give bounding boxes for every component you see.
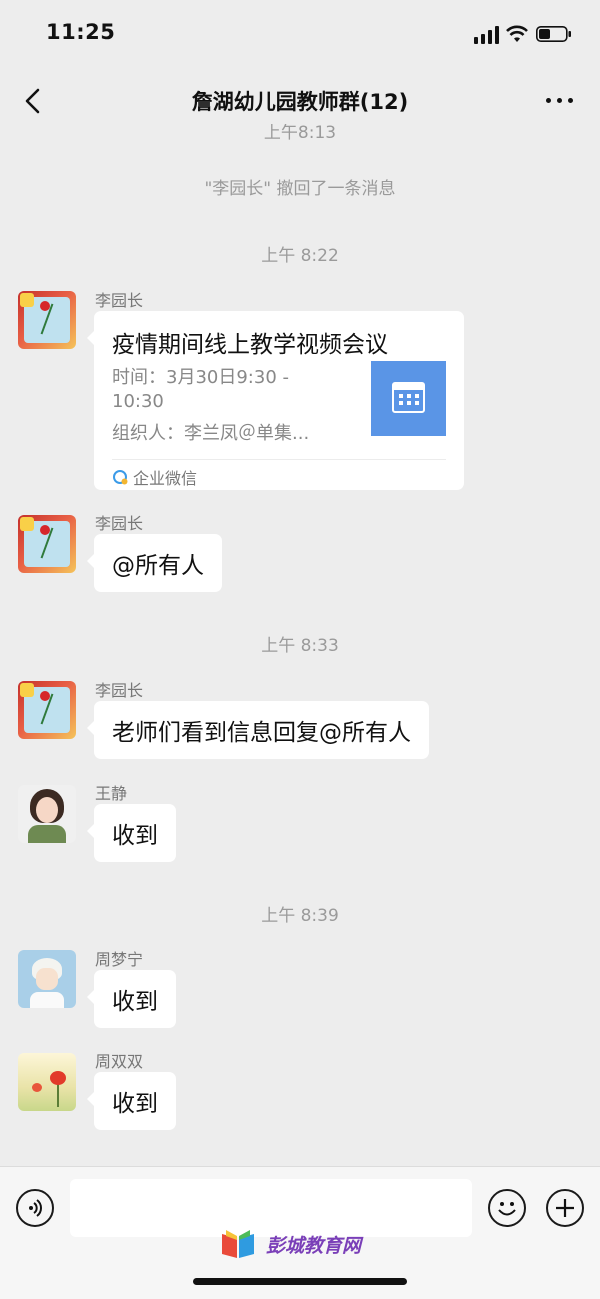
message-bubble[interactable]: 老师们看到信息回复@所有人 [87,701,429,759]
message-bubble[interactable]: 收到 [87,1072,176,1130]
book-logo-icon [222,1230,254,1258]
voice-icon[interactable] [16,1189,54,1227]
message-bubble[interactable]: 收到 [87,804,176,862]
recall-notice: "李园长" 撤回了一条消息 [204,179,396,199]
avatar-li-yuanzhang[interactable] [18,681,76,739]
avatar-li-yuanzhang[interactable] [18,515,76,573]
timestamp: 上午 8:33 [261,636,339,656]
avatar-zhou-shuangshuang[interactable] [18,1053,76,1111]
card-source-label: 企业微信 [133,469,198,488]
timestamp: 上午 8:22 [261,246,339,266]
sender-name: 周双双 [95,1052,144,1071]
meeting-organizer: 组织人：李兰凤＠单集... [112,423,310,444]
emoji-icon[interactable] [488,1189,526,1227]
sender-name: 王静 [95,784,128,803]
calendar-icon [371,361,446,436]
chat-title: 詹湖幼儿园教师群(12) [191,90,409,114]
meeting-card[interactable]: 疫情期间线上教学视频会议 时间：3月30日9:30 - 10:30 组织人：李兰… [87,311,464,490]
home-indicator[interactable] [193,1278,407,1285]
watermark: 彭城教育网 [218,1228,361,1260]
meeting-time-end: 10:30 [112,391,164,412]
more-dots-icon[interactable] [546,98,573,103]
battery-icon [536,26,571,42]
meeting-title: 疫情期间线上教学视频会议 [112,332,388,358]
message-bubble[interactable]: 收到 [87,970,176,1028]
wifi-icon [506,25,528,42]
sender-name: 李园长 [95,514,144,533]
wecom-icon [113,469,128,484]
watermark-text: 彭城教育网 [266,1234,362,1257]
message-bubble[interactable]: @所有人 [87,534,222,592]
avatar-zhou-mengning[interactable] [18,950,76,1008]
avatar-wang-jing[interactable] [18,785,76,843]
status-time: 11:25 [46,20,116,44]
meeting-time: 时间：3月30日9:30 - [112,367,289,388]
status-bar: 11:25 [0,0,600,66]
plus-icon[interactable] [546,1189,584,1227]
timestamp-partial: 上午8:13 [263,124,337,142]
timestamp: 上午 8:39 [261,906,339,926]
avatar-li-yuanzhang[interactable] [18,291,76,349]
sender-name: 周梦宁 [95,950,144,969]
card-divider [112,459,446,460]
cellular-signal-icon [474,26,499,44]
sender-name: 李园长 [95,681,144,700]
card-source: 企业微信 [112,465,197,489]
sender-name: 李园长 [95,291,144,310]
